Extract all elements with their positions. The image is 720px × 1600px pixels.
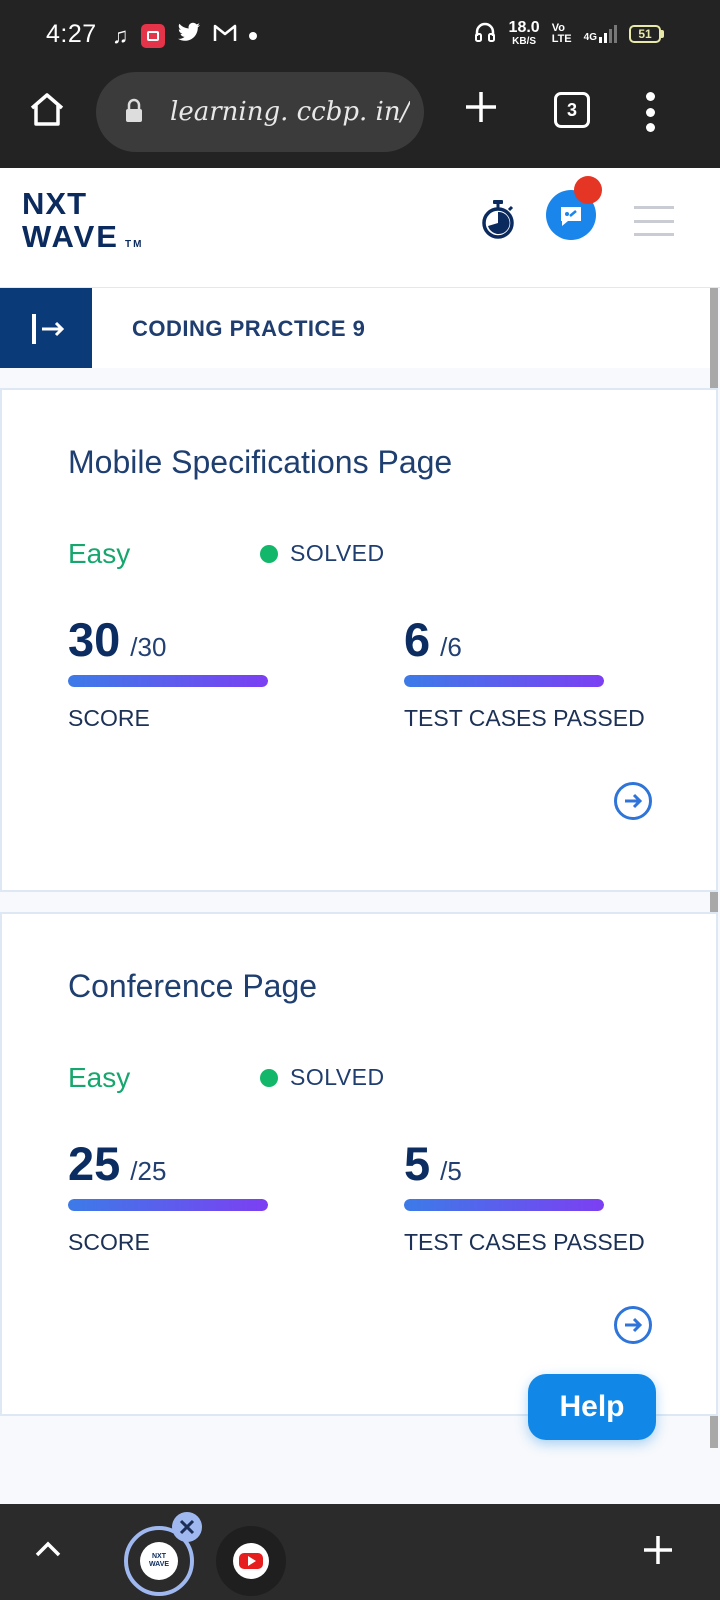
home-icon[interactable] bbox=[28, 90, 66, 133]
score-value: 30 bbox=[68, 613, 121, 666]
score-total: /25 bbox=[130, 1156, 167, 1186]
lock-icon bbox=[124, 98, 144, 129]
solved-label: SOLVED bbox=[290, 1064, 385, 1090]
arrow-right-icon bbox=[622, 1314, 644, 1341]
tests-label: TEST CASES PASSED bbox=[404, 705, 645, 731]
add-tab-icon[interactable] bbox=[642, 1534, 674, 1571]
arrow-right-icon bbox=[622, 790, 644, 817]
volte-bottom: LTE bbox=[551, 32, 572, 45]
open-problem-button[interactable] bbox=[614, 1306, 652, 1344]
video-record-icon bbox=[140, 23, 165, 48]
battery-icon: 51 bbox=[629, 24, 664, 43]
score-stat: 25/25 SCORE bbox=[68, 1136, 288, 1256]
status-icons-left: ♫ bbox=[112, 22, 257, 49]
solved-dot-icon bbox=[260, 1068, 278, 1087]
overflow-menu-icon[interactable] bbox=[646, 92, 656, 132]
score-label: SCORE bbox=[68, 1229, 150, 1255]
twitter-icon bbox=[177, 22, 201, 49]
score-stat: 30/30 SCORE bbox=[68, 612, 288, 732]
status-icons-right: 18.0 KB/S Vo LTE 4G 51 bbox=[473, 20, 664, 47]
open-problem-button[interactable] bbox=[614, 782, 652, 820]
logo-line-2: WAVE TM bbox=[22, 221, 143, 252]
tests-label: TEST CASES PASSED bbox=[404, 1229, 645, 1255]
volte-top: Vo bbox=[551, 21, 565, 34]
score-label: SCORE bbox=[68, 705, 150, 731]
logo-line-1: NXT bbox=[22, 186, 87, 221]
difficulty-label: Easy bbox=[68, 538, 131, 569]
network-speed-unit: KB/S bbox=[512, 36, 537, 47]
tests-total: /5 bbox=[440, 1156, 462, 1186]
nxtwave-tab-logo: NXT WAVE bbox=[140, 1542, 178, 1580]
tests-value: 5 bbox=[404, 1137, 431, 1190]
tab-youtube[interactable] bbox=[216, 1526, 286, 1596]
logo-wave: WAVE bbox=[22, 219, 119, 254]
chevron-up-icon[interactable] bbox=[34, 1540, 62, 1563]
tab-nxtwave[interactable]: NXT WAVE bbox=[124, 1512, 202, 1596]
youtube-icon bbox=[233, 1543, 269, 1579]
tests-value: 6 bbox=[404, 613, 431, 666]
chat-icon bbox=[558, 204, 584, 233]
sidebar-toggle-button[interactable] bbox=[0, 288, 92, 368]
nxtwave-logo[interactable]: NXT WAVE TM bbox=[22, 188, 143, 252]
logo-tm: TM bbox=[125, 239, 144, 250]
new-tab-icon[interactable] bbox=[464, 90, 498, 129]
solved-label: SOLVED bbox=[290, 540, 385, 566]
practice-header-row: CODING PRACTICE 9 bbox=[0, 288, 710, 368]
score-total: /30 bbox=[130, 632, 167, 662]
score-progress-bar bbox=[68, 675, 268, 687]
difficulty-label: Easy bbox=[68, 1062, 131, 1093]
url-text: learning. ccbp. in/pı bbox=[170, 97, 410, 127]
tests-progress-bar bbox=[404, 675, 604, 687]
headphones-icon bbox=[473, 20, 497, 47]
browser-bottom-bar: NXT WAVE bbox=[0, 1504, 720, 1600]
network-speed: 18.0 KB/S bbox=[508, 19, 540, 48]
volte-indicator: Vo LTE bbox=[551, 21, 572, 45]
tests-progress-bar bbox=[404, 1199, 604, 1211]
page-title: CODING PRACTICE 9 bbox=[132, 316, 366, 341]
notification-badge bbox=[574, 176, 602, 204]
problem-title: Mobile Specifications Page bbox=[68, 444, 453, 480]
problem-title: Conference Page bbox=[68, 968, 318, 1004]
signal-indicator: 4G bbox=[583, 24, 617, 43]
problem-card[interactable]: Mobile Specifications Page Easy SOLVED 3… bbox=[0, 388, 718, 892]
status-time: 4:27 bbox=[46, 20, 97, 48]
signal-bars-icon bbox=[599, 24, 617, 43]
tab-logo-text-2: WAVE bbox=[148, 1561, 170, 1568]
tests-stat: 6/6 TEST CASES PASSED bbox=[404, 612, 684, 732]
tab-count: 3 bbox=[566, 99, 577, 120]
problem-card[interactable]: Conference Page Easy SOLVED 25/25 SCORE … bbox=[0, 912, 718, 1416]
solved-dot-icon bbox=[260, 544, 278, 563]
chat-button[interactable] bbox=[546, 176, 602, 240]
battery-level: 51 bbox=[638, 26, 652, 41]
tab-switcher-button[interactable]: 3 bbox=[554, 92, 590, 128]
close-tab-button[interactable] bbox=[172, 1512, 202, 1542]
score-progress-fill bbox=[68, 675, 268, 687]
help-button[interactable]: Help bbox=[528, 1374, 656, 1440]
tests-progress-fill bbox=[404, 675, 604, 687]
notification-dot-icon bbox=[248, 31, 257, 40]
tests-stat: 5/5 TEST CASES PASSED bbox=[404, 1136, 684, 1256]
close-icon bbox=[179, 1519, 195, 1540]
score-value: 25 bbox=[68, 1137, 121, 1190]
music-note-icon: ♫ bbox=[112, 22, 129, 48]
score-progress-fill bbox=[68, 1199, 268, 1211]
expand-sidebar-icon bbox=[30, 312, 66, 351]
app-header: NXT WAVE TM bbox=[0, 168, 720, 288]
status-bar: 4:27 ♫ 18.0 KB/S Vo LTE 4G 51 bbox=[0, 0, 720, 68]
tests-progress-fill bbox=[404, 1199, 604, 1211]
solved-status: SOLVED bbox=[260, 1064, 385, 1091]
url-bar[interactable]: learning. ccbp. in/pı bbox=[96, 72, 424, 152]
browser-toolbar: learning. ccbp. in/pı 3 bbox=[0, 68, 720, 168]
score-progress-bar bbox=[68, 1199, 268, 1211]
network-speed-value: 18.0 bbox=[508, 19, 540, 36]
solved-status: SOLVED bbox=[260, 540, 385, 567]
signal-type-label: 4G bbox=[583, 31, 597, 43]
hamburger-menu-icon[interactable] bbox=[634, 206, 674, 236]
tab-logo-text-1: NXT bbox=[152, 1553, 166, 1560]
stopwatch-icon[interactable] bbox=[480, 198, 516, 245]
gmail-icon bbox=[213, 23, 237, 48]
tests-total: /6 bbox=[440, 632, 462, 662]
